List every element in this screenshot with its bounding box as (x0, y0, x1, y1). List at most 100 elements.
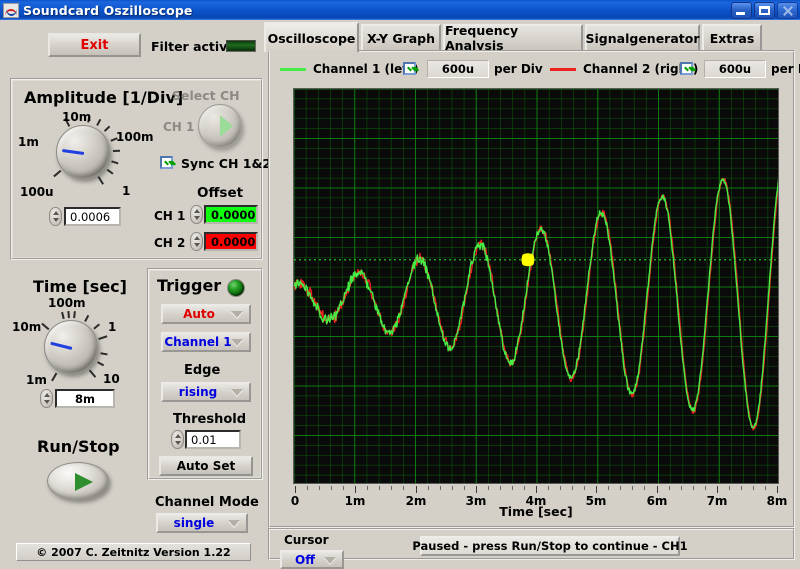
channel2-checkbox[interactable] (680, 62, 693, 75)
x-tick-minor (705, 486, 706, 490)
sync-checkbox[interactable] (160, 156, 173, 169)
chevron-down-icon (231, 339, 243, 346)
x-tick-minor (391, 486, 392, 490)
trigger-source-value: Channel 1 (164, 335, 232, 349)
x-tick-minor (500, 486, 501, 490)
oscilloscope-wave-icon (3, 2, 19, 18)
tab-signalgenerator[interactable]: Signalgenerator (585, 24, 700, 50)
x-tick (476, 486, 477, 493)
channel1-per-div-value[interactable]: 600u (427, 60, 489, 78)
offset-ch1-field[interactable]: 0.0000 (204, 205, 258, 224)
copyright-label: © 2007 C. Zeitnitz Version 1.22 (16, 543, 251, 561)
amplitude-scale-1m: 1m (18, 135, 39, 149)
channel1-checkbox[interactable] (403, 62, 416, 75)
x-tick-minor (307, 486, 308, 490)
trigger-marker[interactable] (521, 253, 535, 267)
time-spinner[interactable] (40, 389, 53, 408)
x-tick-minor (693, 486, 694, 490)
select-ch-knob[interactable] (198, 104, 242, 148)
amplitude-spinner[interactable] (49, 207, 62, 226)
x-tick (416, 486, 417, 493)
amplitude-value-field[interactable]: 0.0006 (64, 207, 121, 226)
offset-ch1-spinner[interactable] (190, 205, 203, 224)
x-tick (657, 486, 658, 493)
close-icon[interactable] (777, 2, 798, 19)
oscilloscope-plot[interactable] (293, 88, 779, 484)
chevron-down-icon (231, 311, 243, 318)
x-tick-minor (488, 486, 489, 490)
amplitude-scale-100u: 100u (20, 185, 54, 199)
offset-ch1-label: CH 1 (154, 209, 186, 223)
channel-mode-value: single (173, 516, 215, 530)
sync-label: Sync CH 1&2 (181, 156, 272, 171)
x-tick-minor (379, 486, 380, 490)
tab-oscilloscope[interactable]: Oscilloscope (264, 22, 359, 52)
x-tick-minor (644, 486, 645, 490)
maximize-icon[interactable] (754, 2, 775, 19)
x-tick-minor (524, 486, 525, 490)
tab-frequency-analysis[interactable]: Frequency Analysis (443, 23, 583, 53)
trigger-title: Trigger (157, 276, 222, 295)
x-tick-minor (548, 486, 549, 490)
trigger-edge-value: rising (178, 385, 218, 399)
time-scale-10: 10 (103, 372, 120, 386)
threshold-field[interactable]: 0.01 (185, 430, 241, 449)
auto-set-button[interactable]: Auto Set (159, 456, 253, 476)
select-ch-title: Select CH (172, 88, 240, 103)
time-knob[interactable] (44, 320, 98, 374)
x-tick-minor (669, 486, 670, 490)
run-stop-button[interactable] (47, 462, 109, 500)
select-ch-value: CH 1 (163, 120, 195, 134)
x-tick-minor (512, 486, 513, 490)
time-value-field[interactable]: 8m (55, 389, 115, 408)
x-tick (596, 486, 597, 493)
offset-ch2-spinner[interactable] (190, 232, 203, 251)
x-tick-minor (319, 486, 320, 490)
x-tick-minor (331, 486, 332, 490)
app-window: Soundcard Oszilloscope Exit Filter activ… (0, 0, 800, 569)
filter-active-label: Filter active (151, 39, 236, 54)
x-tick (717, 486, 718, 493)
trigger-led (227, 279, 245, 297)
trigger-source-combo[interactable]: Channel 1 (161, 332, 251, 352)
exit-button[interactable]: Exit (48, 33, 141, 57)
amplitude-knob[interactable] (56, 125, 110, 179)
runstop-label: Run/Stop (37, 437, 120, 456)
x-tick-minor (584, 486, 585, 490)
x-tick-minor (729, 486, 730, 490)
x-tick-minor (560, 486, 561, 490)
x-tick-minor (572, 486, 573, 490)
channel-mode-combo[interactable]: single (156, 513, 248, 533)
amplitude-scale-10m: 10m (62, 110, 92, 124)
tab-xy-graph[interactable]: X-Y Graph (361, 24, 441, 50)
x-tick-minor (620, 486, 621, 490)
channel1-per-div-label: per Div (494, 62, 543, 76)
x-tick (536, 486, 537, 493)
x-tick (295, 486, 296, 493)
window-controls (731, 2, 798, 19)
x-tick-minor (765, 486, 766, 490)
chevron-down-icon (324, 556, 336, 564)
waveform-svg (294, 89, 778, 483)
trigger-mode-combo[interactable]: Auto (161, 304, 251, 324)
tab-extras[interactable]: Extras (702, 24, 762, 50)
channel2-per-div-value[interactable]: 600u (704, 60, 766, 78)
trigger-edge-combo[interactable]: rising (161, 382, 251, 402)
title-bar: Soundcard Oszilloscope (0, 0, 800, 20)
edge-label: Edge (184, 363, 221, 378)
x-tick (355, 486, 356, 493)
amplitude-group: Amplitude [1/Div] 100u 1m 10m 100m 1 0.0… (10, 78, 271, 260)
x-tick-minor (343, 486, 344, 490)
channel2-color-swatch (550, 68, 576, 71)
offset-ch2-label: CH 2 (154, 236, 186, 250)
time-scale-100m: 100m (48, 296, 86, 310)
time-title: Time [sec] (33, 277, 127, 296)
window-title: Soundcard Oszilloscope (23, 2, 193, 18)
minimize-icon[interactable] (731, 2, 752, 19)
cursor-combo[interactable]: Off (280, 550, 344, 569)
x-tick-minor (403, 486, 404, 490)
x-tick-minor (632, 486, 633, 490)
offset-ch2-field[interactable]: 0.0000 (204, 232, 258, 251)
threshold-spinner[interactable] (171, 430, 184, 449)
trigger-mode-value: Auto (183, 307, 215, 321)
